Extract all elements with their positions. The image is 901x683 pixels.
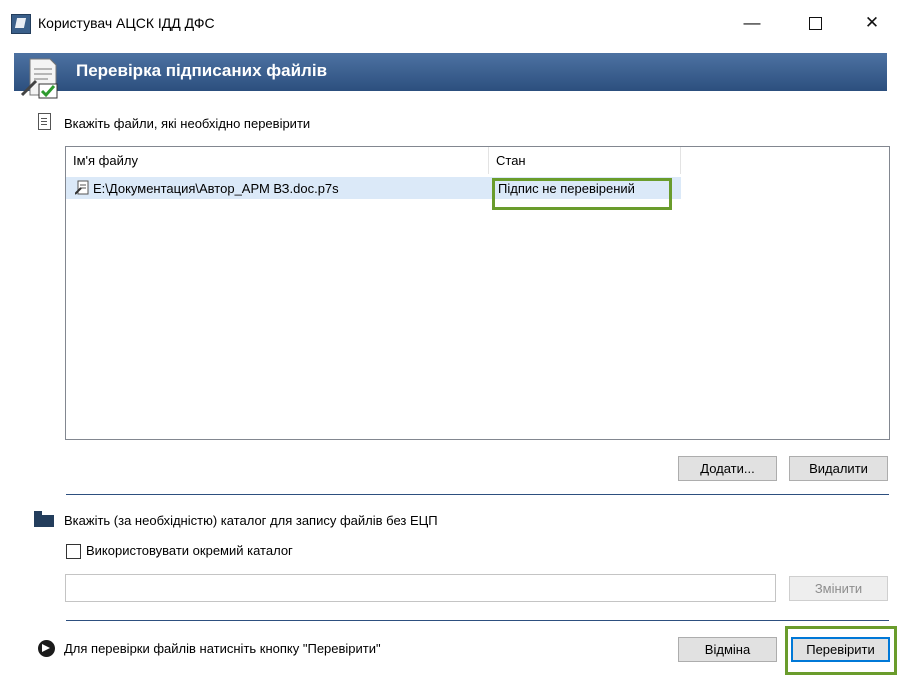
file-list[interactable]: Ім'я файлу Стан E:\Документация\Автор_АР… [65, 146, 890, 440]
document-icon [38, 113, 51, 130]
state-highlight-frame [492, 178, 672, 210]
app-icon [11, 14, 31, 34]
minimize-icon: — [743, 13, 761, 32]
remove-file-button[interactable]: Видалити [789, 456, 888, 481]
footer-hint: Для перевірки файлів натисніть кнопку "П… [64, 641, 381, 656]
folder-open-icon [34, 511, 54, 527]
window-titlebar: Користувач АЦСК ІДД ДФС — ✕ [0, 0, 901, 46]
close-icon: ✕ [864, 13, 880, 32]
column-header-filename[interactable]: Ім'я файлу [66, 147, 489, 174]
file-signed-icon [75, 180, 89, 195]
files-section-label: Вкажіть файли, які необхідно перевірити [64, 116, 311, 131]
separate-catalog-checkbox[interactable] [66, 544, 81, 559]
minimize-button[interactable]: — [723, 0, 781, 46]
close-button[interactable]: ✕ [843, 0, 901, 46]
signed-document-icon [20, 58, 58, 99]
column-header-state[interactable]: Стан [489, 147, 681, 174]
add-file-button[interactable]: Додати... [678, 456, 777, 481]
maximize-button[interactable] [786, 0, 844, 46]
arrow-right-circle-icon [38, 640, 55, 657]
section-divider [66, 494, 889, 495]
window-title: Користувач АЦСК ІДД ДФС [38, 15, 215, 31]
catalog-path-input[interactable] [65, 574, 776, 602]
verify-highlight-frame [785, 626, 897, 675]
dialog-header: Перевірка підписаних файлів [14, 53, 887, 91]
catalog-section-label: Вкажіть (за необхідністю) каталог для за… [64, 513, 438, 528]
change-catalog-button[interactable]: Змінити [789, 576, 888, 601]
separate-catalog-label[interactable]: Використовувати окремий каталог [86, 543, 293, 558]
dialog-title: Перевірка підписаних файлів [76, 61, 328, 80]
footer-divider [66, 620, 889, 621]
file-path: E:\Документация\Автор_АРМ ВЗ.doc.p7s [93, 181, 339, 196]
cancel-button[interactable]: Відміна [678, 637, 777, 662]
maximize-icon [808, 17, 822, 31]
